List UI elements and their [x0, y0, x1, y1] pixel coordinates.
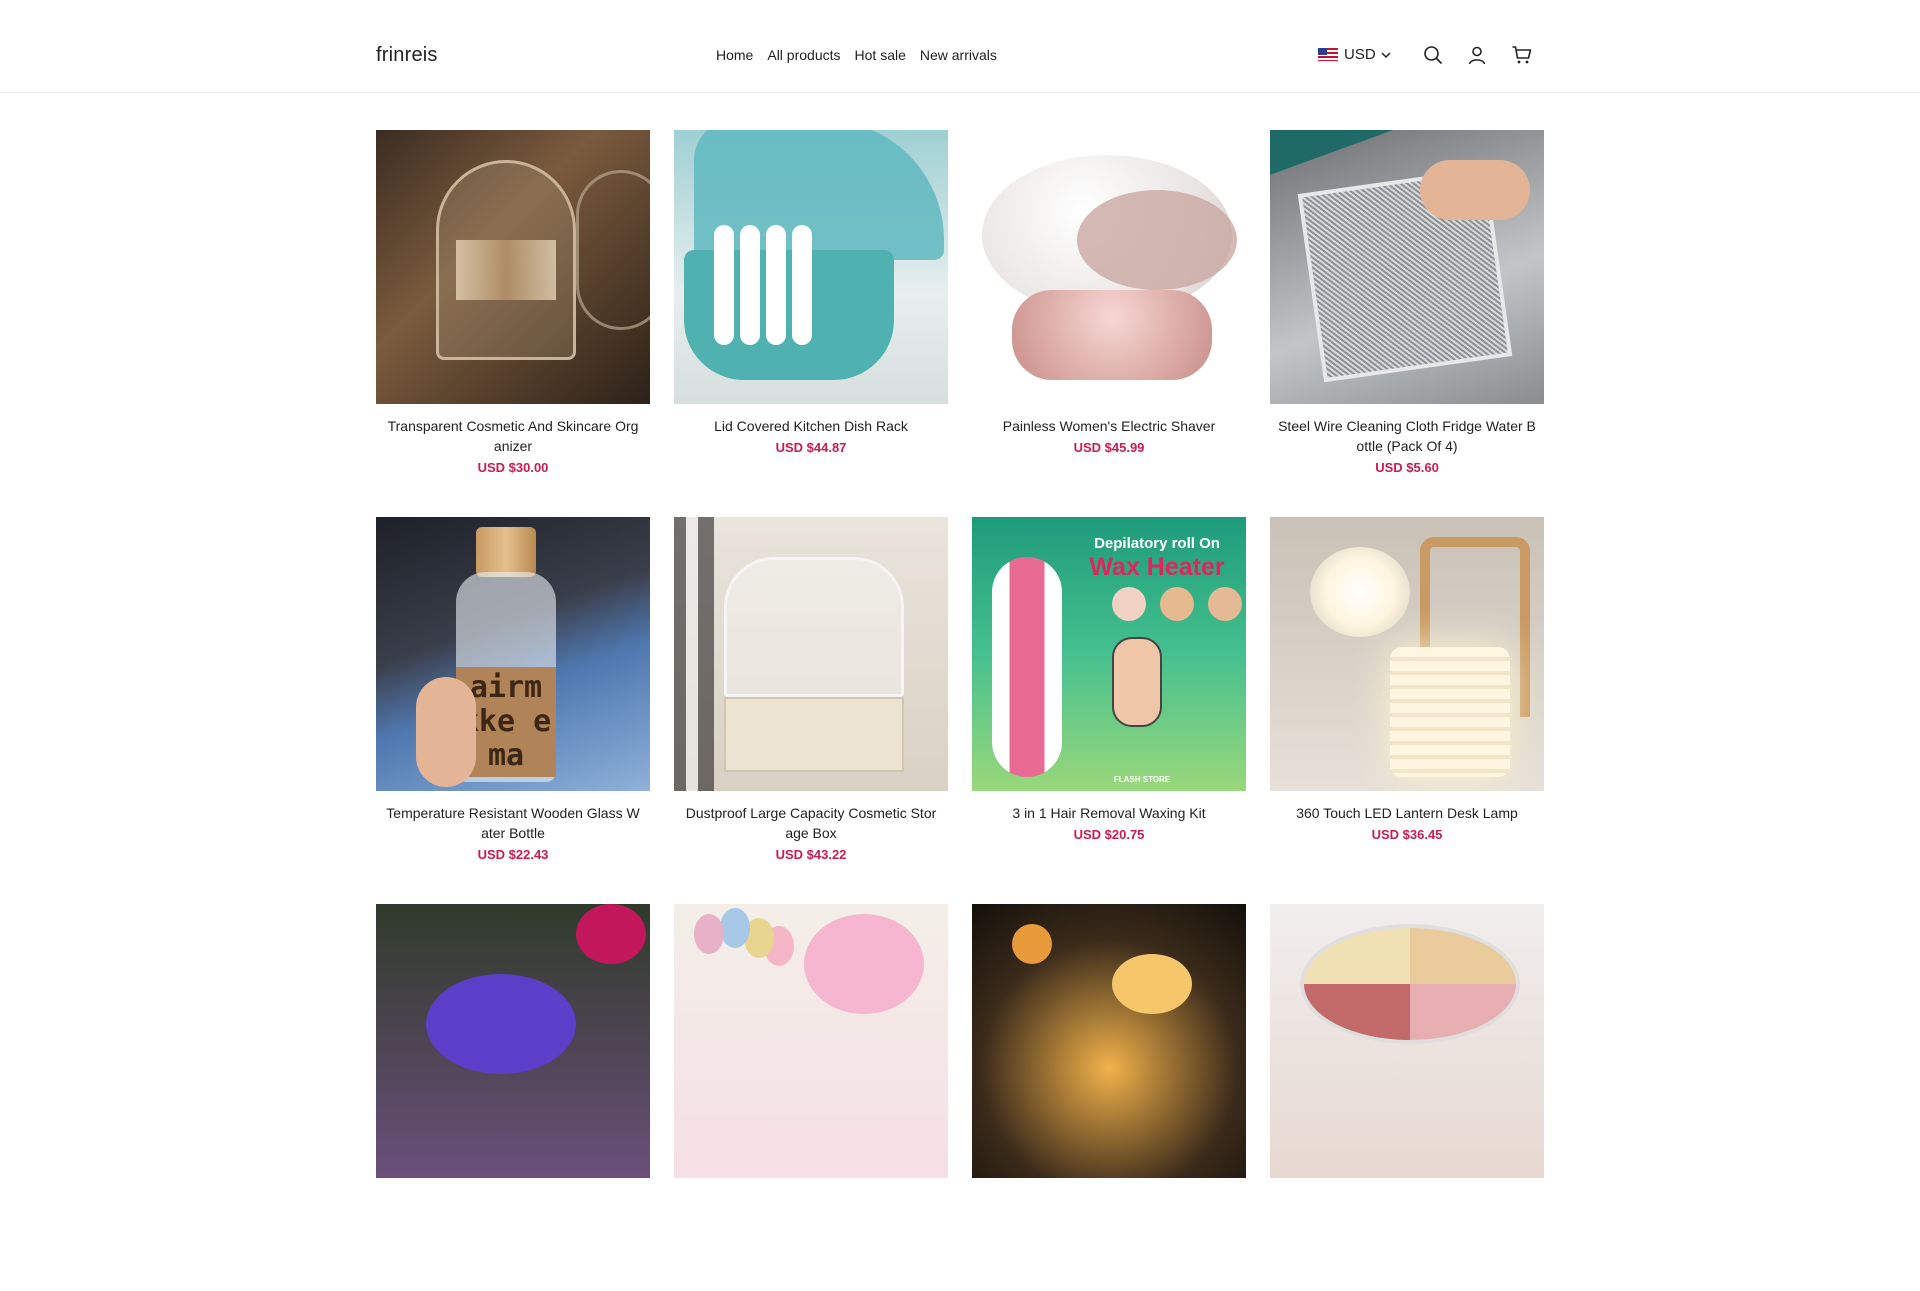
product-price: USD $30.00	[477, 460, 549, 475]
product-card[interactable]	[972, 904, 1246, 1291]
product-card[interactable]: Dustproof Large Capacity Cosmetic Stor a…	[674, 517, 948, 904]
product-card[interactable]: Transparent Cosmetic And Skincare Org an…	[376, 130, 650, 517]
search-icon[interactable]	[1422, 44, 1444, 66]
product-title[interactable]: Lid Covered Kitchen Dish Rack	[674, 416, 948, 436]
product-image[interactable]	[972, 904, 1246, 1178]
main-navigation: Home All products Hot sale New arrivals	[716, 47, 1011, 63]
product-image-wax-heater[interactable]: Depilatory roll On Wax Heater FLASH STOR…	[972, 517, 1246, 791]
product-price: USD $43.22	[775, 847, 847, 862]
product-card[interactable]: airm kke ema Temperature Resistant Woode…	[376, 517, 650, 904]
product-image-glass-bottle[interactable]: airm kke ema	[376, 517, 650, 791]
product-card[interactable]	[376, 904, 650, 1291]
product-title[interactable]: 3 in 1 Hair Removal Waxing Kit	[972, 803, 1246, 823]
product-title[interactable]: Dustproof Large Capacity Cosmetic Stor a…	[674, 803, 948, 843]
product-card[interactable]: Painless Women's Electric Shaver USD $45…	[972, 130, 1246, 517]
currency-label: USD	[1344, 46, 1376, 63]
nav-new-arrivals[interactable]: New arrivals	[920, 47, 997, 63]
us-flag-icon	[1318, 48, 1338, 61]
account-icon[interactable]	[1466, 44, 1488, 66]
product-title[interactable]: Temperature Resistant Wooden Glass W ate…	[376, 803, 650, 843]
product-price: USD $44.87	[775, 440, 847, 455]
product-card[interactable]: Lid Covered Kitchen Dish Rack USD $44.87	[674, 130, 948, 517]
product-title[interactable]: Transparent Cosmetic And Skincare Org an…	[376, 416, 650, 456]
product-image-electric-shaver[interactable]	[972, 130, 1246, 404]
product-image[interactable]	[1270, 904, 1544, 1178]
product-image-dish-rack[interactable]	[674, 130, 948, 404]
product-image-cosmetic-storage-box[interactable]	[674, 517, 948, 791]
product-image-steel-wire-cloth[interactable]	[1270, 130, 1544, 404]
site-header: frinreis Home All products Hot sale New …	[0, 0, 1920, 93]
wax-brand-text: FLASH STORE	[1113, 775, 1171, 784]
nav-hot-sale[interactable]: Hot sale	[855, 47, 906, 63]
product-price: USD $22.43	[477, 847, 549, 862]
wax-title-text: Wax Heater	[1089, 553, 1225, 581]
product-image-cosmetic-organizer[interactable]	[376, 130, 650, 404]
product-image-led-lantern-lamp[interactable]	[1270, 517, 1544, 791]
product-card[interactable]: Steel Wire Cleaning Cloth Fridge Water B…	[1270, 130, 1544, 517]
product-price: USD $45.99	[1073, 440, 1145, 455]
currency-selector[interactable]: USD	[1318, 46, 1392, 63]
product-price: USD $36.45	[1371, 827, 1443, 842]
product-card[interactable]: 360 Touch LED Lantern Desk Lamp USD $36.…	[1270, 517, 1544, 904]
nav-home[interactable]: Home	[716, 47, 753, 63]
product-price: USD $20.75	[1073, 827, 1145, 842]
product-image[interactable]	[376, 904, 650, 1178]
product-title[interactable]: 360 Touch LED Lantern Desk Lamp	[1270, 803, 1544, 823]
product-price: USD $5.60	[1375, 460, 1439, 475]
product-title[interactable]: Painless Women's Electric Shaver	[972, 416, 1246, 436]
product-grid: Transparent Cosmetic And Skincare Org an…	[376, 130, 1544, 1291]
product-card[interactable]	[674, 904, 948, 1291]
product-image[interactable]	[674, 904, 948, 1178]
product-title[interactable]: Steel Wire Cleaning Cloth Fridge Water B…	[1270, 416, 1544, 456]
product-card[interactable]: Depilatory roll On Wax Heater FLASH STOR…	[972, 517, 1246, 904]
store-logo[interactable]: frinreis	[376, 44, 438, 67]
chevron-down-icon	[1381, 51, 1391, 58]
cart-icon[interactable]	[1511, 44, 1533, 66]
wax-subtitle-text: Depilatory roll On	[1094, 535, 1220, 552]
product-card[interactable]	[1270, 904, 1544, 1291]
nav-all-products[interactable]: All products	[767, 47, 840, 63]
